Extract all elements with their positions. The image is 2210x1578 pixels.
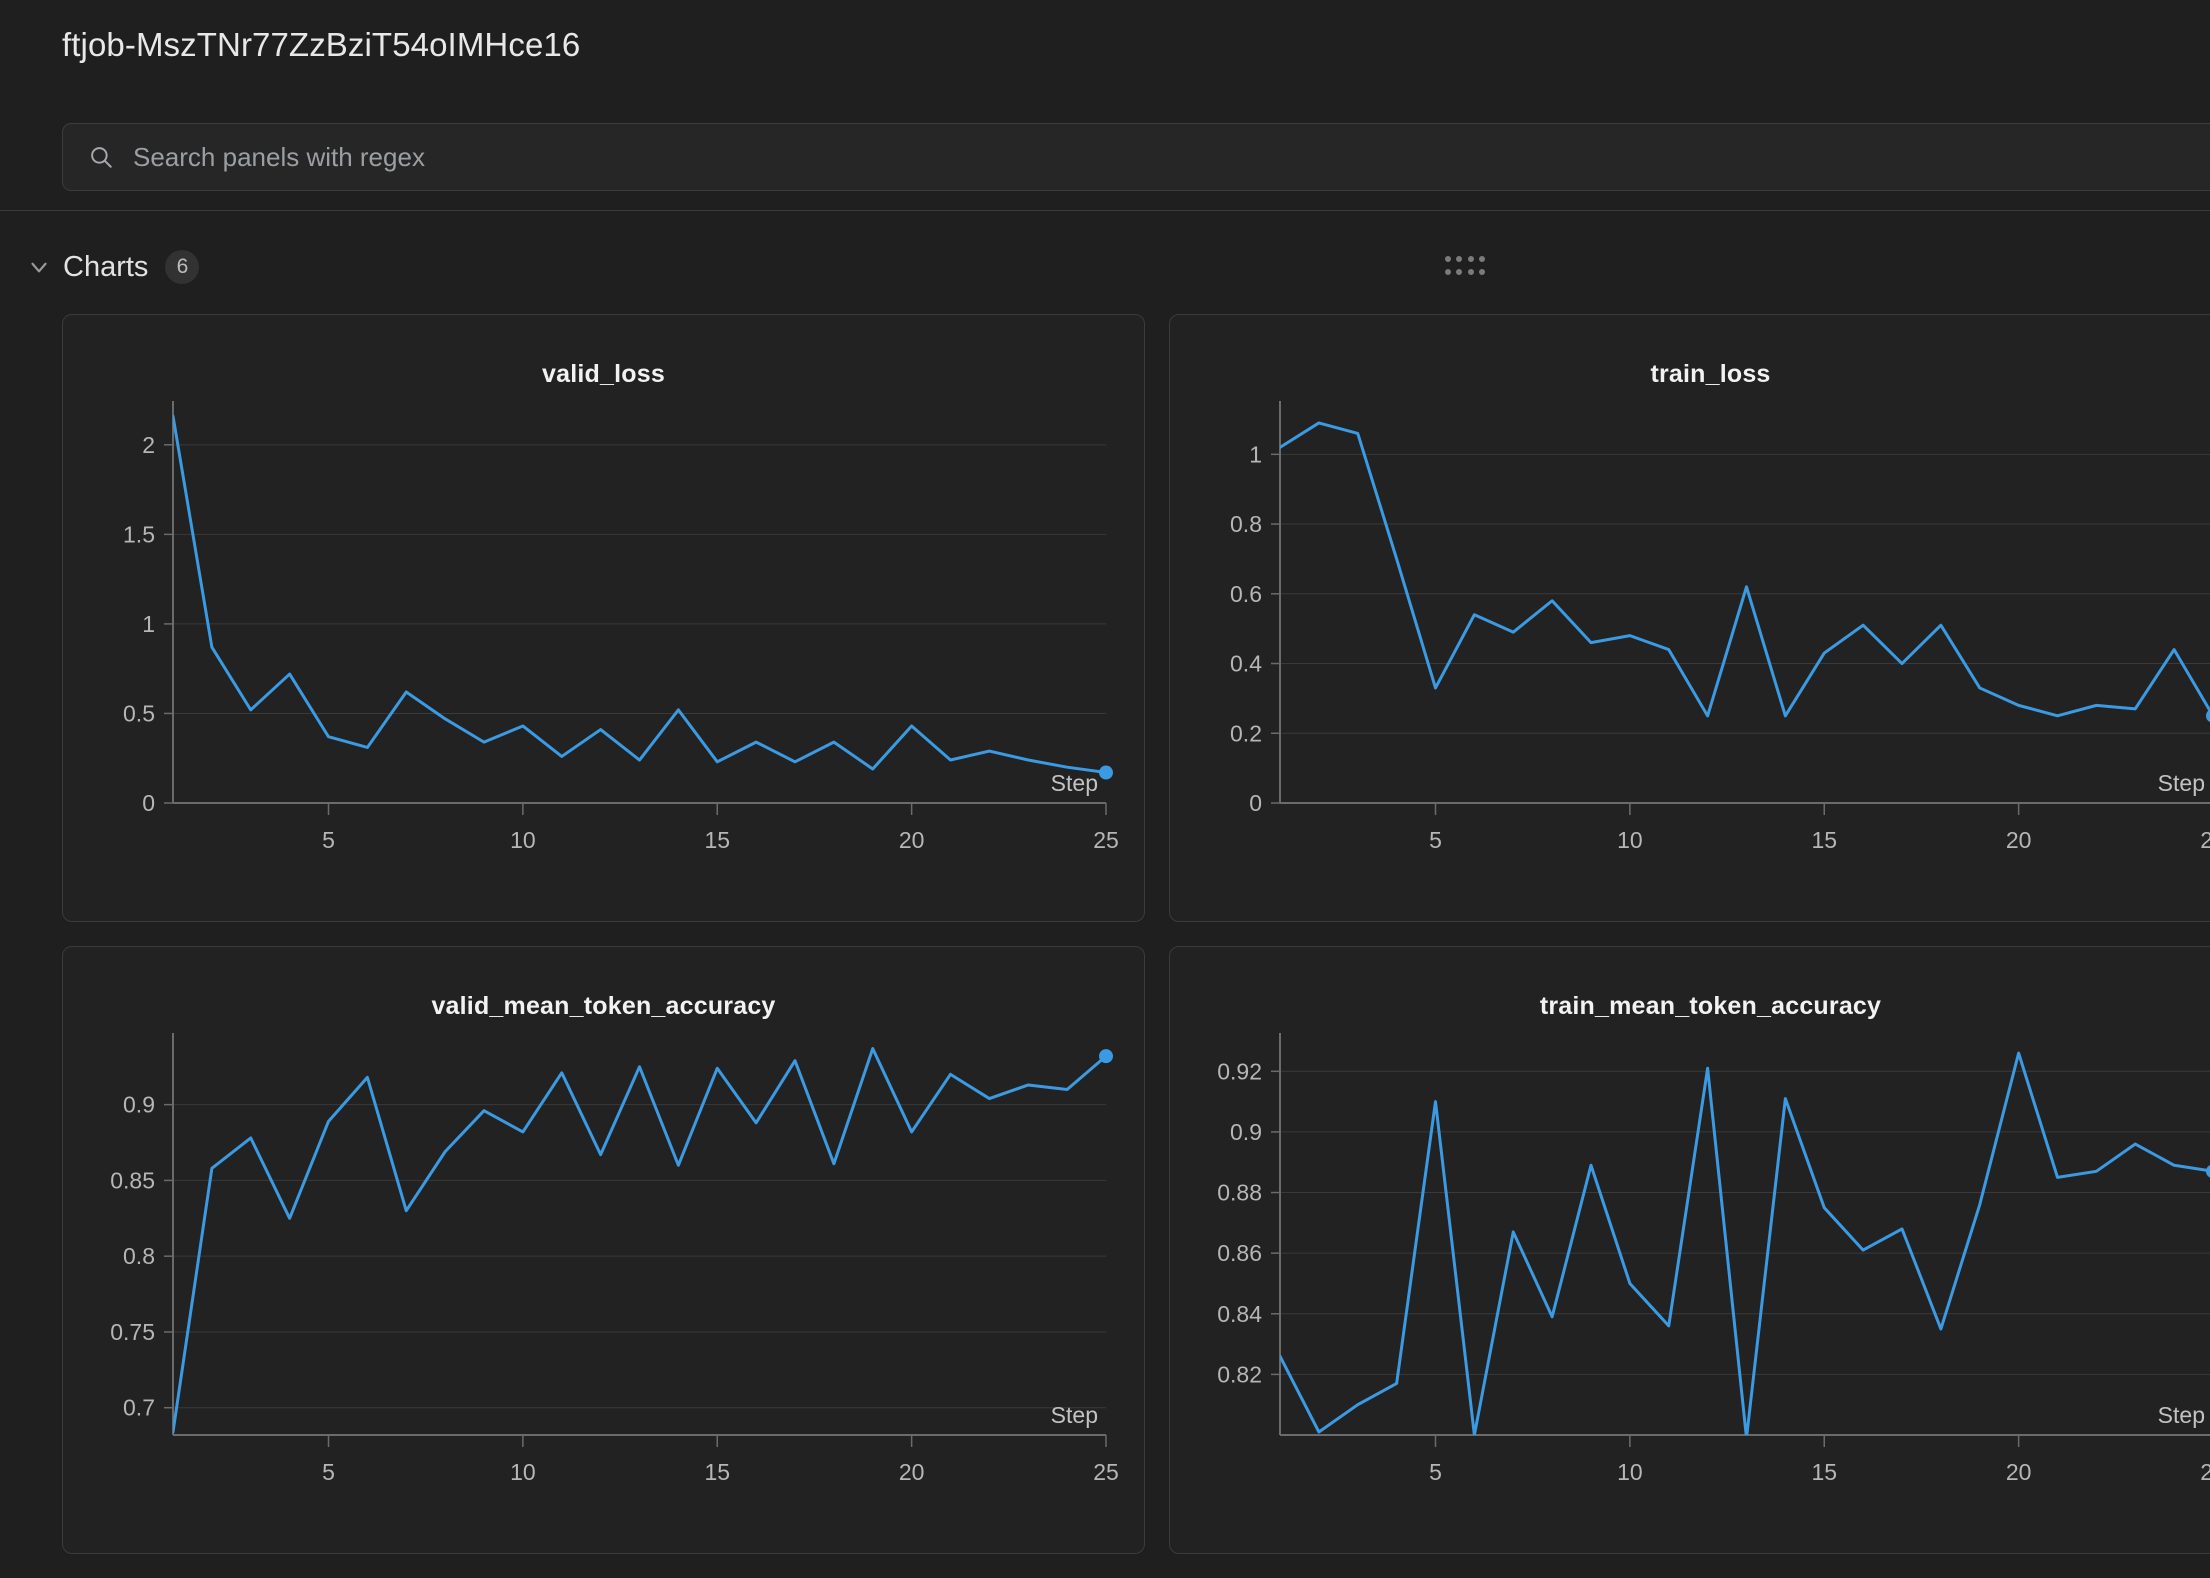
svg-text:5: 5 (322, 827, 335, 853)
svg-text:0.5: 0.5 (123, 700, 155, 726)
charts-grid: valid_loss 0 0.5 1 1.5 2 5 10 15 20 25 Step train_… (62, 314, 2210, 1554)
svg-text:25: 25 (2200, 1459, 2210, 1485)
svg-text:25: 25 (2200, 827, 2210, 853)
chart-plot: 00.20.40.60.81510152025Step (1170, 315, 2210, 921)
svg-text:25: 25 (1093, 827, 1119, 853)
grid-dots-drag-handle-icon[interactable] (1442, 252, 1488, 278)
svg-text:Step: Step (2158, 1402, 2205, 1428)
panel-dashboard: ftjob-MszTNr77ZzBziT54oIMHce16 Search pa… (0, 0, 2210, 1578)
chart-panel-valid-mean-token-accuracy[interactable]: valid_mean_token_accuracy 0.7 0.75 0.8 0.85… (62, 946, 1145, 1554)
svg-text:0.6: 0.6 (1230, 581, 1262, 607)
svg-text:10: 10 (510, 1459, 536, 1485)
svg-text:0.86: 0.86 (1217, 1240, 1262, 1266)
svg-text:Step: Step (1051, 1402, 1098, 1428)
chart-plot: 0.7 0.75 0.8 0.85 0.9 5 10 15 20 25 Step (63, 947, 1144, 1553)
svg-text:5: 5 (322, 1459, 335, 1485)
svg-text:0.85: 0.85 (110, 1167, 155, 1193)
svg-text:0.84: 0.84 (1217, 1301, 1262, 1327)
search-icon (88, 144, 114, 170)
svg-text:0.4: 0.4 (1230, 651, 1262, 677)
svg-text:1.5: 1.5 (123, 521, 155, 547)
svg-text:20: 20 (899, 827, 925, 853)
svg-text:0.2: 0.2 (1230, 720, 1262, 746)
svg-text:15: 15 (704, 1459, 730, 1485)
svg-text:0.82: 0.82 (1217, 1361, 1262, 1387)
search-input-placeholder: Search panels with regex (133, 141, 425, 172)
chart-panel-train-mean-token-accuracy[interactable]: train_mean_token_accuracy 0.82 0.84 0.86 0.… (1169, 946, 2210, 1554)
svg-text:0: 0 (1249, 790, 1262, 816)
svg-text:0.9: 0.9 (1230, 1119, 1262, 1145)
svg-text:20: 20 (2006, 1459, 2032, 1485)
charts-section-header[interactable]: Charts 6 (26, 248, 200, 286)
svg-text:Step: Step (2158, 770, 2205, 796)
svg-text:2: 2 (142, 432, 155, 458)
svg-text:10: 10 (510, 827, 536, 853)
svg-text:0.88: 0.88 (1217, 1180, 1262, 1206)
chart-panel-train-loss[interactable]: train_loss 00.20.40.60.81510152025Step (1169, 314, 2210, 922)
svg-text:0.92: 0.92 (1217, 1058, 1262, 1084)
chevron-down-icon[interactable] (26, 254, 52, 280)
svg-text:0.7: 0.7 (123, 1395, 155, 1421)
svg-text:0: 0 (142, 790, 155, 816)
charts-count-badge: 6 (165, 250, 200, 284)
svg-text:1: 1 (1249, 441, 1262, 467)
header-divider (0, 210, 2210, 211)
svg-text:20: 20 (899, 1459, 925, 1485)
svg-text:0.8: 0.8 (1230, 511, 1262, 537)
search-panels-input[interactable]: Search panels with regex (62, 123, 2210, 191)
chart-plot: 0.82 0.84 0.86 0.88 0.9 0.92 5 10 15 20 25 Step (1170, 947, 2210, 1553)
svg-text:1: 1 (142, 611, 155, 637)
svg-text:15: 15 (1811, 827, 1837, 853)
svg-text:10: 10 (1617, 1459, 1643, 1485)
chart-panel-valid-loss[interactable]: valid_loss 0 0.5 1 1.5 2 5 10 15 20 25 Step (62, 314, 1145, 922)
svg-text:Step: Step (1051, 770, 1098, 796)
svg-text:20: 20 (2006, 827, 2032, 853)
svg-text:0.9: 0.9 (123, 1092, 155, 1118)
svg-text:5: 5 (1429, 827, 1442, 853)
svg-text:15: 15 (704, 827, 730, 853)
svg-text:5: 5 (1429, 1459, 1442, 1485)
svg-text:0.8: 0.8 (123, 1243, 155, 1269)
chart-plot: 0 0.5 1 1.5 2 5 10 15 20 25 Step (63, 315, 1144, 921)
svg-text:0.75: 0.75 (110, 1319, 155, 1345)
svg-text:25: 25 (1093, 1459, 1119, 1485)
page-title: ftjob-MszTNr77ZzBziT54oIMHce16 (62, 26, 581, 63)
charts-section-label: Charts (63, 250, 149, 283)
svg-text:15: 15 (1811, 1459, 1837, 1485)
svg-text:10: 10 (1617, 827, 1643, 853)
